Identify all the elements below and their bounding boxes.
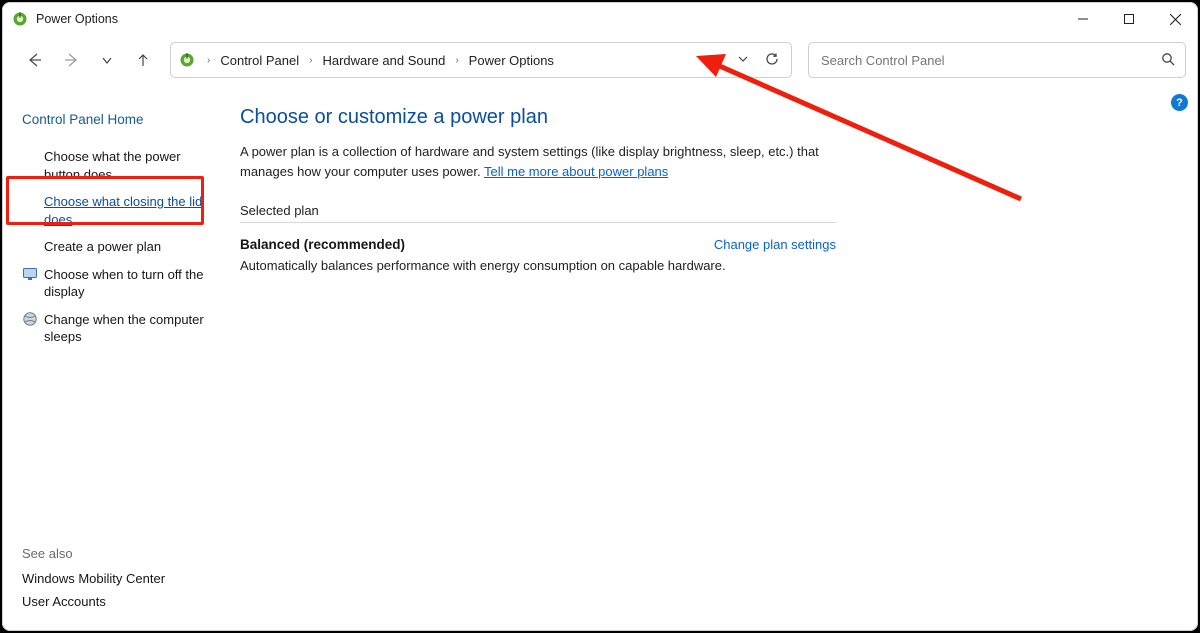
intro-text: A power plan is a collection of hardware… bbox=[240, 142, 860, 181]
power-options-icon bbox=[179, 52, 195, 68]
sidebar: Control Panel Home Choose what the power… bbox=[2, 84, 214, 631]
sidebar-link-label: Choose what the power button does bbox=[44, 148, 204, 183]
window-title: Power Options bbox=[36, 12, 118, 26]
plan-description: Automatically balances performance with … bbox=[240, 258, 836, 273]
breadcrumb-item[interactable]: Hardware and Sound bbox=[318, 51, 449, 70]
see-also-title: See also bbox=[22, 546, 165, 561]
refresh-button[interactable] bbox=[765, 52, 779, 69]
sidebar-link-label: Choose what closing the lid does bbox=[44, 193, 204, 228]
search-icon[interactable] bbox=[1161, 52, 1175, 69]
change-plan-settings-link[interactable]: Change plan settings bbox=[714, 237, 836, 252]
search-box[interactable] bbox=[808, 42, 1186, 78]
recent-locations-button[interactable] bbox=[92, 45, 122, 75]
chevron-right-icon[interactable]: › bbox=[201, 55, 216, 66]
globe-icon bbox=[22, 311, 38, 327]
control-panel-home-link[interactable]: Control Panel Home bbox=[22, 112, 208, 127]
breadcrumb-item[interactable]: Power Options bbox=[465, 51, 558, 70]
sidebar-link-lid[interactable]: Choose what closing the lid does bbox=[16, 188, 208, 233]
back-button[interactable] bbox=[20, 45, 50, 75]
see-also-link-mobility[interactable]: Windows Mobility Center bbox=[22, 571, 165, 586]
address-bar[interactable]: › Control Panel › Hardware and Sound › P… bbox=[170, 42, 792, 78]
sidebar-link-power-button[interactable]: Choose what the power button does bbox=[16, 143, 208, 188]
page-heading: Choose or customize a power plan bbox=[240, 106, 1178, 129]
close-button[interactable] bbox=[1152, 2, 1198, 36]
up-button[interactable] bbox=[128, 45, 158, 75]
chevron-down-icon[interactable] bbox=[737, 53, 749, 68]
titlebar: Power Options bbox=[2, 2, 1198, 36]
minimize-button[interactable] bbox=[1060, 2, 1106, 36]
power-options-icon bbox=[12, 11, 28, 27]
see-also: See also Windows Mobility Center User Ac… bbox=[22, 546, 165, 617]
sidebar-link-label: Create a power plan bbox=[44, 238, 204, 256]
sidebar-link-display-off[interactable]: Choose when to turn off the display bbox=[16, 261, 208, 306]
intro-link[interactable]: Tell me more about power plans bbox=[484, 164, 668, 179]
maximize-button[interactable] bbox=[1106, 2, 1152, 36]
sidebar-link-sleep[interactable]: Change when the computer sleeps bbox=[16, 306, 208, 351]
blank-icon bbox=[22, 238, 38, 254]
blank-icon bbox=[22, 193, 38, 209]
blank-icon bbox=[22, 148, 38, 164]
sidebar-link-create-plan[interactable]: Create a power plan bbox=[16, 233, 208, 261]
sidebar-link-label: Choose when to turn off the display bbox=[44, 266, 204, 301]
chevron-right-icon[interactable]: › bbox=[449, 55, 464, 66]
navigation-bar: › Control Panel › Hardware and Sound › P… bbox=[2, 36, 1198, 84]
plan-name: Balanced (recommended) bbox=[240, 237, 405, 252]
search-input[interactable] bbox=[819, 52, 1161, 69]
section-label: Selected plan bbox=[240, 203, 836, 223]
see-also-link-accounts[interactable]: User Accounts bbox=[22, 594, 165, 609]
chevron-right-icon[interactable]: › bbox=[303, 55, 318, 66]
monitor-icon bbox=[22, 266, 38, 282]
main-content: Choose or customize a power plan A power… bbox=[214, 84, 1198, 631]
sidebar-link-label: Change when the computer sleeps bbox=[44, 311, 204, 346]
breadcrumb-item[interactable]: Control Panel bbox=[216, 51, 303, 70]
forward-button[interactable] bbox=[56, 45, 86, 75]
